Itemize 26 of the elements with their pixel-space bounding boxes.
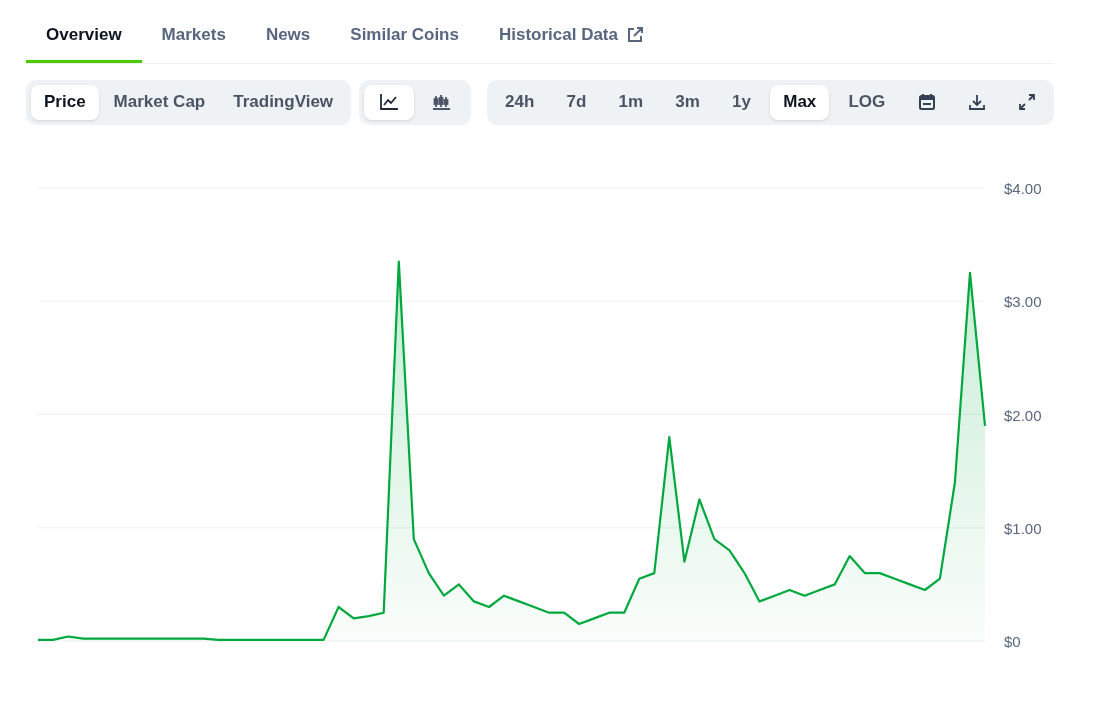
- axis-label: $1.00: [1004, 519, 1042, 537]
- tab[interactable]: Overview: [26, 10, 142, 63]
- chart-type-tab[interactable]: Price: [31, 84, 99, 120]
- range-button[interactable]: 3m: [662, 84, 713, 120]
- range-button[interactable]: Max: [770, 84, 830, 120]
- tab[interactable]: Markets: [141, 10, 246, 63]
- download-icon: [967, 93, 986, 111]
- axis-label: $2.00: [1004, 406, 1042, 423]
- range-button[interactable]: 7d: [553, 84, 600, 120]
- range-button[interactable]: 1m: [605, 84, 657, 120]
- tab[interactable]: Historical Data: [478, 10, 664, 63]
- calendar-icon: [917, 93, 936, 111]
- tab[interactable]: Similar Coins: [330, 10, 479, 63]
- line-chart-button[interactable]: [364, 84, 415, 120]
- axis-label: $3.00: [1004, 292, 1042, 310]
- axis-label: $0: [1004, 632, 1021, 650]
- axis-label: $4.00: [1004, 179, 1042, 197]
- range-button[interactable]: 1y: [719, 84, 765, 120]
- range-button[interactable]: 24h: [492, 84, 548, 120]
- range-button[interactable]: LOG: [835, 84, 899, 120]
- chart-type-tab[interactable]: TradingView: [220, 84, 347, 120]
- line-chart-icon: [379, 93, 400, 111]
- candlestick-icon: [431, 93, 452, 111]
- chart-type-tab[interactable]: Market Cap: [100, 84, 219, 120]
- expand-icon: [1017, 93, 1036, 111]
- tab[interactable]: News: [245, 10, 331, 63]
